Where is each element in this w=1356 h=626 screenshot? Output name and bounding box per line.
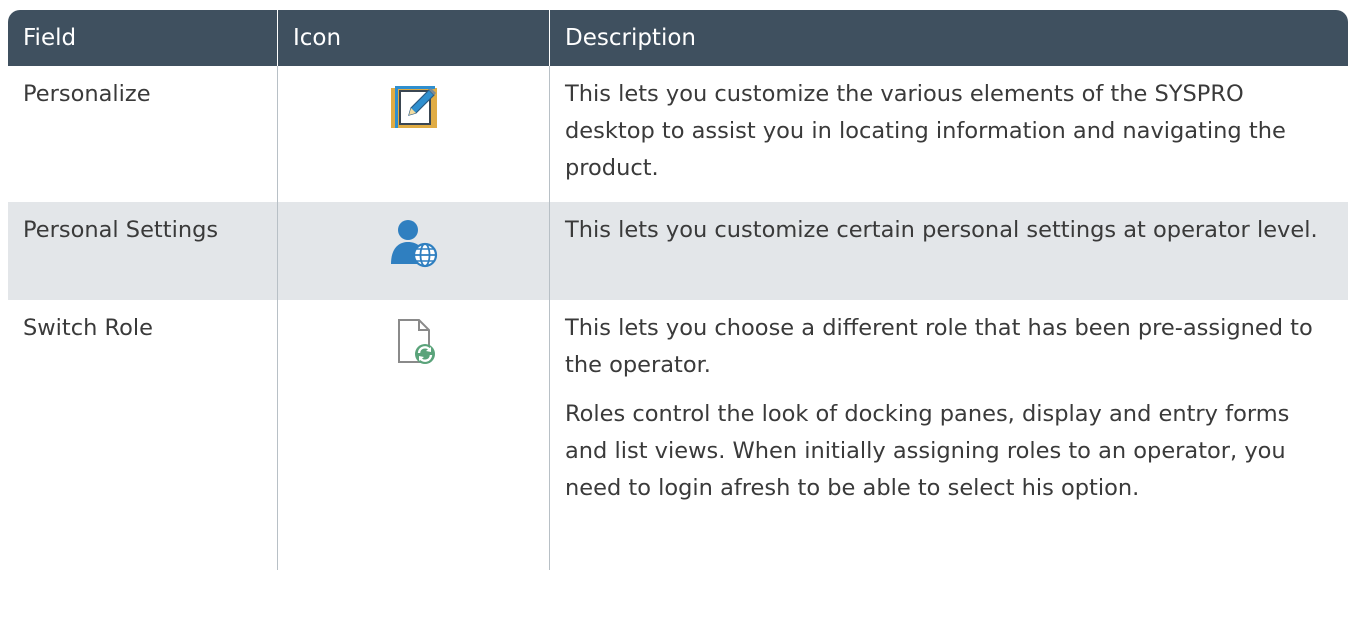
description-text: This lets you customize certain personal… — [565, 217, 1318, 243]
table-row: Personal Settings This lets you customiz… — [8, 202, 1348, 300]
table-header-row: Field Icon Description — [8, 10, 1348, 66]
field-icon-description-table: Field Icon Description Personalize This … — [8, 10, 1348, 570]
field-cell-switch-role: Switch Role — [8, 300, 278, 570]
description-text: This lets you customize the various elem… — [565, 81, 1286, 181]
switch-role-document-refresh-icon — [389, 316, 439, 366]
description-cell: This lets you customize certain personal… — [550, 202, 1348, 300]
description-cell: This lets you customize the various elem… — [550, 66, 1348, 202]
header-description: Description — [550, 10, 1348, 66]
description-cell: This lets you choose a different role th… — [550, 300, 1348, 570]
icon-cell — [278, 66, 550, 202]
description-text: This lets you choose a different role th… — [565, 315, 1313, 378]
field-cell-personal-settings: Personal Settings — [8, 202, 278, 300]
table-row: Personalize This lets you customize the … — [8, 66, 1348, 202]
field-icon-description-table-wrapper: Field Icon Description Personalize This … — [8, 10, 1348, 626]
description-text: Roles control the look of docking panes,… — [565, 401, 1290, 501]
field-cell-personalize: Personalize — [8, 66, 278, 202]
icon-cell — [278, 300, 550, 570]
header-icon: Icon — [278, 10, 550, 66]
personalize-edit-icon — [389, 82, 439, 132]
personal-settings-user-globe-icon — [389, 218, 439, 268]
header-field: Field — [8, 10, 278, 66]
icon-cell — [278, 202, 550, 300]
table-row: Switch Role This lets you choose a diffe… — [8, 300, 1348, 570]
